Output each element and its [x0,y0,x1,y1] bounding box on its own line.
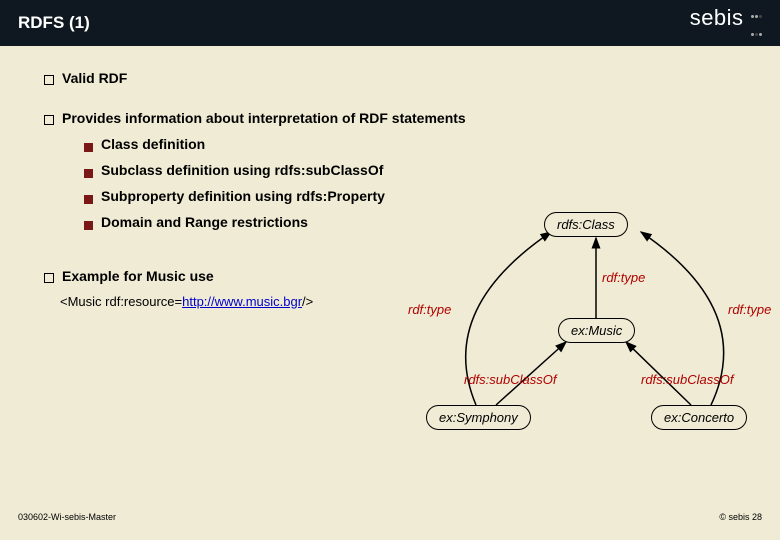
bullet-marker-filled [84,221,93,230]
code-prefix: <Music rdf:resource= [60,294,182,309]
footer-left: 030602-Wi-sebis-Master [18,512,116,522]
edge-label-type: rdf:type [602,270,645,285]
logo-text: sebis [690,5,744,30]
node-ex-music: ex:Music [558,318,635,343]
node-ex-symphony: ex:Symphony [426,405,531,430]
bullet-marker-hollow [44,75,54,85]
bullet-marker-hollow [44,273,54,283]
bullet-level2: Subclass definition using rdfs:subClassO… [28,162,752,178]
bullet-marker-hollow [44,115,54,125]
footer-right: © sebis 28 [719,512,762,522]
bullet-marker-filled [84,169,93,178]
bullet-text: Valid RDF [62,70,127,86]
bullet-text: Provides information about interpretatio… [62,110,466,126]
bullet-level1: Valid RDF [28,70,752,86]
sebis-logo: sebis [690,5,762,41]
slide-header: RDFS (1) sebis [0,0,780,46]
bullet-text: Subproperty definition using rdfs:Proper… [101,188,385,204]
bullet-text: Example for Music use [62,268,214,284]
node-rdfs-class: rdfs:Class [544,212,628,237]
bullet-marker-filled [84,195,93,204]
slide-title: RDFS (1) [18,13,90,33]
edge-label-type: rdf:type [408,302,451,317]
bullet-level2: Class definition [28,136,752,152]
node-ex-concerto: ex:Concerto [651,405,747,430]
bullet-text: Class definition [101,136,205,152]
bullet-text: Subclass definition using rdfs:subClassO… [101,162,383,178]
rdfs-diagram: rdfs:Class ex:Music ex:Symphony ex:Conce… [426,200,766,440]
logo-dots [750,5,762,41]
code-suffix: /> [302,294,313,309]
edge-label-subclass: rdfs:subClassOf [464,372,556,387]
edge-label-type: rdf:type [728,302,771,317]
bullet-text: Domain and Range restrictions [101,214,308,230]
bullet-level1: Provides information about interpretatio… [28,110,752,126]
bullet-marker-filled [84,143,93,152]
resource-link[interactable]: http://www.music.bgr [182,294,302,309]
edge-label-subclass: rdfs:subClassOf [641,372,733,387]
